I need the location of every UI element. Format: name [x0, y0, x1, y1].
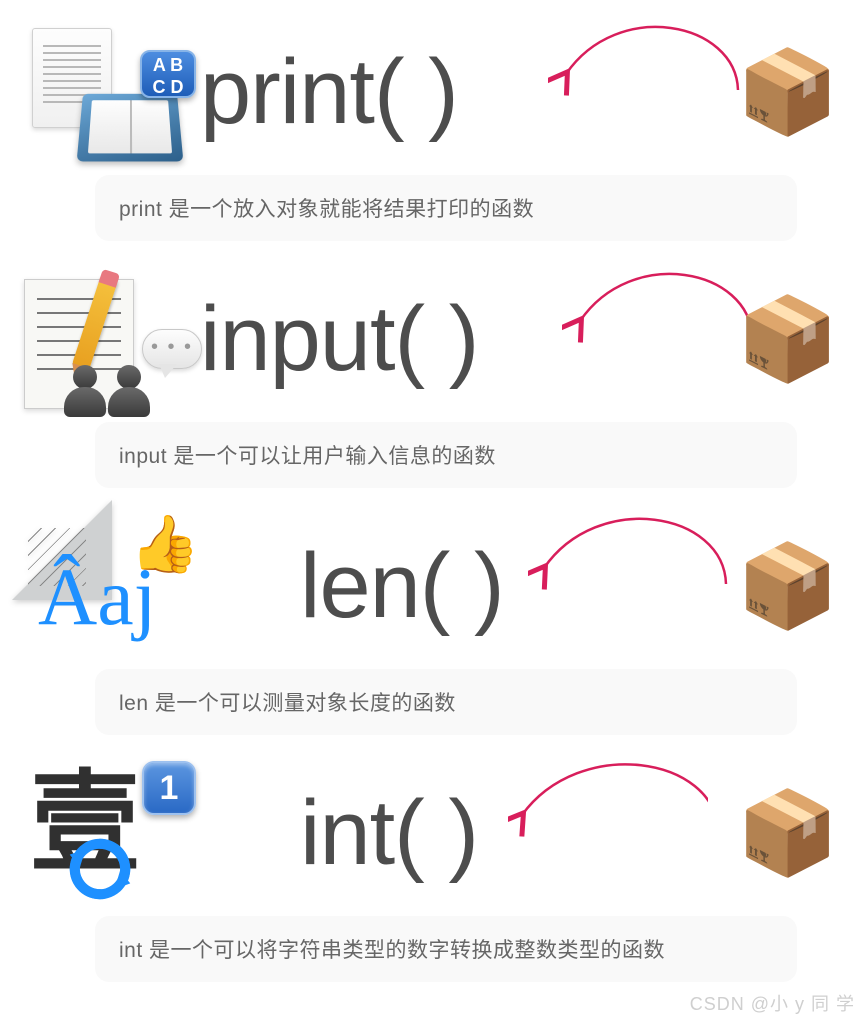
book-icon — [77, 94, 184, 162]
function-signature-int: int( ) — [300, 781, 478, 886]
watermark: CSDN @小 y 同 学 — [690, 990, 855, 1016]
section-int: 壹 1 int( ) 📦 int 是一个可以将字符串类型的数字转换成整数类型的函… — [0, 751, 867, 982]
icon-measure-cluster: Âaj 👍 — [0, 504, 240, 669]
caption-input: input 是一个可以让用户输入信息的函数 — [95, 422, 797, 488]
row-print: A B C D print( ) 📦 — [0, 10, 867, 175]
icon-input-cluster — [0, 257, 200, 422]
row-len: Âaj 👍 len( ) 📦 — [0, 504, 867, 669]
abcd-badge-icon: A B C D — [140, 50, 196, 98]
caption-len: len 是一个可以测量对象长度的函数 — [95, 669, 797, 735]
caption-int: int 是一个可以将字符串类型的数字转换成整数类型的函数 — [95, 916, 797, 982]
number-one-badge-icon: 1 — [142, 761, 196, 815]
person-icon — [108, 365, 150, 417]
thumbs-up-icon: 👍 — [130, 516, 200, 572]
package-icon: 📦 — [737, 546, 839, 628]
arrow-icon — [508, 743, 708, 843]
package-icon: 📦 — [737, 52, 839, 134]
function-signature-len: len( ) — [300, 534, 504, 639]
row-int: 壹 1 int( ) 📦 — [0, 751, 867, 916]
arrow-icon — [548, 2, 748, 102]
icon-dictionary-cluster: A B C D — [0, 10, 200, 175]
speech-bubble-icon — [142, 329, 202, 369]
arrow-icon — [562, 249, 762, 349]
function-signature-print: print( ) — [200, 40, 458, 145]
section-print: A B C D print( ) 📦 print 是一个放入对象就能将结果打印的… — [0, 10, 867, 241]
row-input: input( ) 📦 — [0, 257, 867, 422]
section-input: input( ) 📦 input 是一个可以让用户输入信息的函数 — [0, 257, 867, 488]
caption-print: print 是一个放入对象就能将结果打印的函数 — [95, 175, 797, 241]
function-signature-input: input( ) — [200, 287, 478, 392]
package-icon: 📦 — [737, 793, 839, 875]
icon-convert-cluster: 壹 1 — [0, 751, 240, 916]
package-icon: 📦 — [737, 299, 839, 381]
arrow-icon — [528, 496, 728, 596]
refresh-icon — [64, 833, 136, 905]
section-len: Âaj 👍 len( ) 📦 len 是一个可以测量对象长度的函数 — [0, 504, 867, 735]
person-icon — [64, 365, 106, 417]
